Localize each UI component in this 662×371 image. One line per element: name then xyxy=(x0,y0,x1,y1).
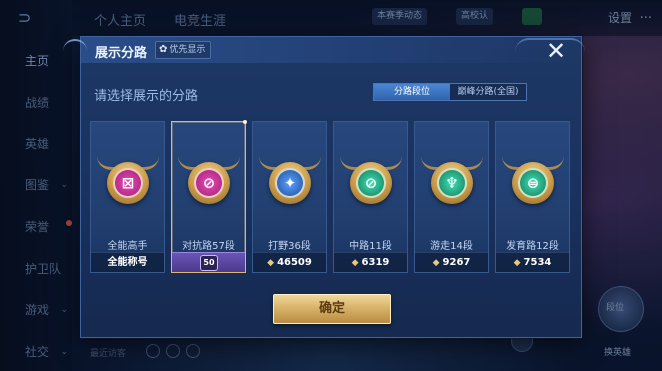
selected-marker-icon xyxy=(243,120,247,124)
coin-icon: ◆ xyxy=(351,258,359,268)
card-label: 全能高手 xyxy=(107,241,148,252)
farm-lane-icon: ⊜ xyxy=(518,168,548,198)
dialog-subtitle: 请选择展示的分路 xyxy=(94,89,199,104)
tab-lane-rank[interactable]: 分路段位 xyxy=(374,84,450,100)
mid-emblem-icon: ⊘ xyxy=(350,162,392,204)
coin-value: 9267 xyxy=(442,257,471,268)
card-label: 中路11段 xyxy=(349,241,392,252)
close-button[interactable]: ✕ xyxy=(542,37,570,65)
card-label: 对抗路57段 xyxy=(182,241,235,252)
lane-card-clash[interactable]: ⊘ 对抗路57段 50 xyxy=(171,120,247,273)
roam-emblem-icon: ♆ xyxy=(431,162,473,204)
jungle-emblem-icon: ✦ xyxy=(269,162,311,204)
lane-card-all-round[interactable]: ⊠ 全能高手 全能称号 xyxy=(90,121,165,273)
show-lane-dialog: 展示分路 ✿ 优先显示 ✕ 请选择展示的分路 分路段位 巅峰分路(全国) ⊠ 全能… xyxy=(63,36,585,338)
dialog-title: 展示分路 xyxy=(95,46,148,61)
card-footer: ◆ 6319 xyxy=(334,252,407,272)
gear-icon: ✿ xyxy=(159,44,168,55)
confirm-button[interactable]: 确定 xyxy=(273,294,391,324)
clash-lane-icon: ⊘ xyxy=(194,168,224,198)
dialog-header: 展示分路 ✿ 优先显示 xyxy=(63,37,585,63)
lane-card-jungle[interactable]: ✦ 打野36段 ◆ 46509 xyxy=(252,121,327,273)
card-footer: ◆ 7534 xyxy=(496,252,569,272)
coin-value: 46509 xyxy=(277,257,312,268)
card-footer: ◆ 46509 xyxy=(253,252,326,272)
lane-card-roam[interactable]: ♆ 游走14段 ◆ 9267 xyxy=(414,121,489,273)
mid-lane-icon: ⊘ xyxy=(356,168,386,198)
all-round-lane-icon: ⊠ xyxy=(113,168,143,198)
jungle-lane-icon: ✦ xyxy=(275,168,305,198)
card-label: 打野36段 xyxy=(268,241,311,252)
card-footer: ◆ 9267 xyxy=(415,252,488,272)
priority-display-button[interactable]: ✿ 优先显示 xyxy=(155,41,212,59)
coin-value: 6319 xyxy=(361,257,390,268)
card-footer: 全能称号 xyxy=(91,252,164,272)
tab-peak-lane[interactable]: 巅峰分路(全国) xyxy=(450,84,526,100)
all-round-emblem-icon: ⊠ xyxy=(107,162,149,204)
card-label: 游走14段 xyxy=(430,241,473,252)
priority-label: 优先显示 xyxy=(169,45,206,55)
level-badge: 50 xyxy=(172,252,245,272)
coin-icon: ◆ xyxy=(513,258,521,268)
coin-icon: ◆ xyxy=(267,258,275,268)
level-number: 50 xyxy=(200,255,218,271)
lane-card-farm[interactable]: ⊜ 发育路12段 ◆ 7534 xyxy=(495,121,570,273)
roam-lane-icon: ♆ xyxy=(437,168,467,198)
card-label: 发育路12段 xyxy=(506,241,559,252)
coin-value: 7534 xyxy=(523,257,552,268)
clash-lane-emblem-icon: ⊘ xyxy=(188,162,230,204)
coin-icon: ◆ xyxy=(432,258,440,268)
farm-emblem-icon: ⊜ xyxy=(512,162,554,204)
lane-card-mid[interactable]: ⊘ 中路11段 ◆ 6319 xyxy=(333,121,408,273)
close-icon: ✕ xyxy=(545,37,567,65)
swirl-decoration xyxy=(63,39,87,51)
lane-mode-toggle: 分路段位 巅峰分路(全国) xyxy=(373,83,527,101)
